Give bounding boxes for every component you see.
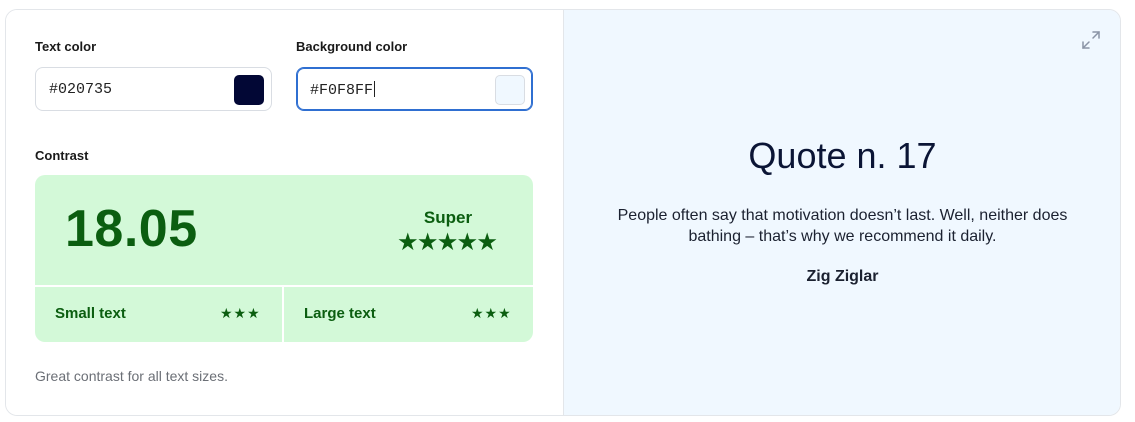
quote-title: Quote n. 17 <box>748 135 937 176</box>
text-color-value: #020735 <box>49 81 113 98</box>
text-color-label: Text color <box>35 39 97 54</box>
contrast-note: Great contrast for all text sizes. <box>35 368 228 384</box>
small-text-label: Small text <box>55 305 126 322</box>
quote-text: People often say that motivation doesn’t… <box>617 207 1068 245</box>
contrast-rating-label: Super <box>423 208 473 227</box>
text-color-input[interactable]: #020735 <box>35 67 272 111</box>
large-text-stars: ★★★ <box>471 305 512 321</box>
divider <box>35 285 533 287</box>
text-color-swatch[interactable] <box>234 75 264 105</box>
background-color-input[interactable]: #F0F8FF <box>296 67 533 111</box>
preview-panel: Quote n. 17 People often say that motiva… <box>563 10 1120 415</box>
large-text-label: Large text <box>304 305 376 322</box>
quote-author: Zig Ziglar <box>806 268 879 285</box>
text-cursor <box>374 81 376 97</box>
contrast-result: 18.05 Super ★★★★★ Small text ★★★ Large t… <box>35 175 533 342</box>
controls-panel: Text color #020735 Background color #F0F… <box>6 10 563 415</box>
divider <box>282 285 284 342</box>
rating-stars: ★★★★★ <box>398 231 498 254</box>
contrast-rating: Super ★★★★★ <box>393 208 503 255</box>
contrast-checker-card: Text color #020735 Background color #F0F… <box>5 9 1121 416</box>
contrast-label: Contrast <box>35 148 89 163</box>
expand-icon[interactable] <box>1081 30 1101 50</box>
contrast-score: 18.05 <box>65 200 198 258</box>
small-text-stars: ★★★ <box>220 305 261 321</box>
background-color-swatch[interactable] <box>495 75 525 105</box>
background-color-label: Background color <box>296 39 408 54</box>
background-color-value: #F0F8FF <box>310 81 376 99</box>
